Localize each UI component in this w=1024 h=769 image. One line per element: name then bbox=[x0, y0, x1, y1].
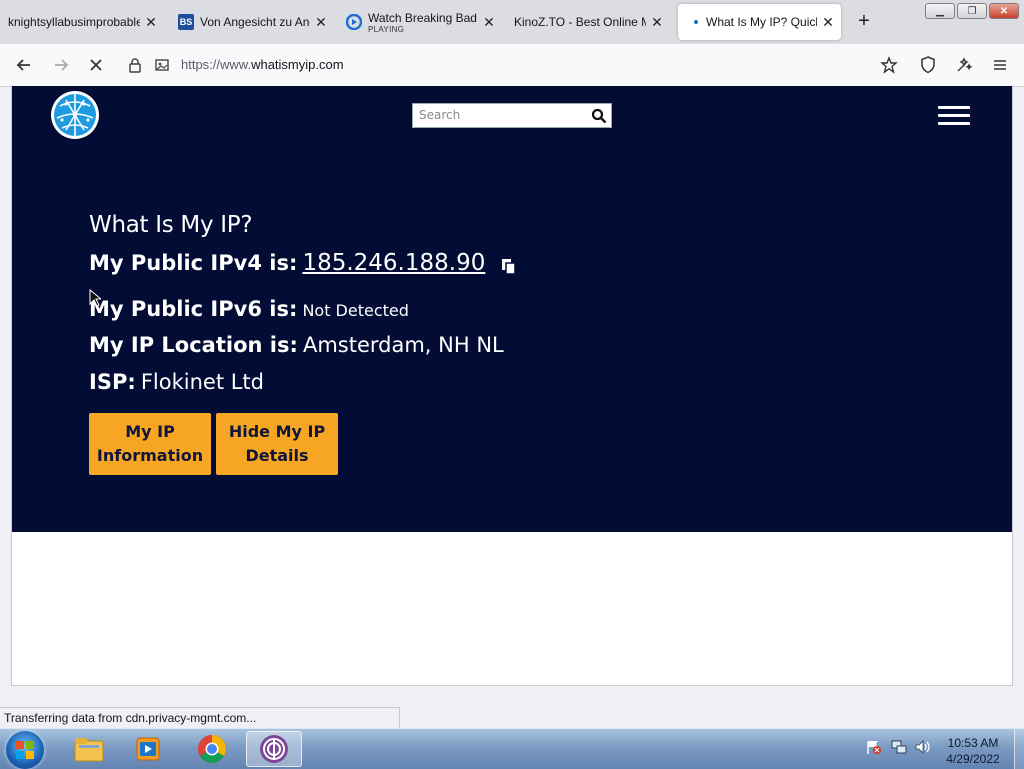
clock-time: 10:53 AM bbox=[947, 736, 999, 750]
ipv4-value[interactable]: 185.246.188.90 bbox=[302, 250, 485, 276]
tab-title: What Is My IP? Quick bbox=[706, 15, 817, 29]
tab-title: Watch Breaking Bad bbox=[368, 10, 477, 25]
show-desktop-button[interactable] bbox=[1014, 729, 1024, 769]
tab-close-icon[interactable]: ✕ bbox=[821, 14, 835, 31]
stop-button[interactable] bbox=[84, 53, 108, 77]
tab-kinoz[interactable]: KinoZ.TO - Best Online M ✕ bbox=[514, 4, 664, 40]
network-icon[interactable] bbox=[891, 739, 907, 755]
ip-info-section: What Is My IP? My Public IPv4 is: 185.24… bbox=[12, 146, 1012, 532]
page-info-icon[interactable] bbox=[150, 53, 174, 77]
navigation-toolbar: https://www.whatismyip.com bbox=[0, 44, 1024, 87]
menu-icon[interactable] bbox=[988, 53, 1012, 77]
tab-breaking-bad[interactable]: Watch Breaking Bad PLAYING ✕ bbox=[346, 4, 496, 40]
windows-taskbar: 10:53 AM 4/29/2022 bbox=[0, 728, 1024, 769]
explorer-icon[interactable] bbox=[61, 731, 117, 767]
url-bar[interactable]: https://www.whatismyip.com bbox=[181, 57, 344, 72]
media-player-icon[interactable] bbox=[120, 731, 176, 767]
volume-icon[interactable] bbox=[914, 739, 930, 755]
tab-knightsyllabus[interactable]: knightsyllabusimprobable ✕ bbox=[8, 4, 158, 40]
search-placeholder: Search bbox=[419, 108, 461, 122]
ipv4-row: My Public IPv4 is: 185.246.188.90 bbox=[89, 250, 518, 276]
clock-date: 4/29/2022 bbox=[946, 752, 1000, 766]
chrome-icon[interactable] bbox=[184, 731, 240, 767]
back-button[interactable] bbox=[12, 53, 36, 77]
ipv6-row: My Public IPv6 is: Not Detected bbox=[89, 297, 409, 321]
tab-close-icon[interactable]: ✕ bbox=[482, 14, 496, 31]
my-ip-information-button[interactable]: My IP Information bbox=[89, 413, 211, 475]
restore-button[interactable]: ❐ bbox=[957, 3, 987, 19]
tab-close-icon[interactable]: ✕ bbox=[650, 14, 664, 31]
button-line: Information bbox=[96, 446, 204, 465]
ipv6-label: My Public IPv6 is: bbox=[89, 297, 298, 321]
location-value: Amsterdam, NH NL bbox=[302, 333, 504, 357]
search-input[interactable]: Search bbox=[412, 103, 612, 128]
ipv6-value: Not Detected bbox=[302, 301, 409, 320]
tab-title: KinoZ.TO - Best Online M bbox=[514, 15, 646, 29]
loading-dot-icon bbox=[694, 20, 698, 24]
new-tab-button[interactable]: + bbox=[853, 10, 875, 32]
url-prefix: https://www. bbox=[181, 57, 252, 72]
forward-arrow-icon bbox=[55, 59, 69, 71]
mouse-cursor-icon bbox=[89, 289, 101, 307]
stop-icon bbox=[90, 59, 102, 71]
web-page: Search What Is My IP? My Public IPv4 is:… bbox=[11, 86, 1013, 686]
isp-value: Flokinet Ltd bbox=[140, 370, 264, 394]
forward-button[interactable] bbox=[49, 53, 73, 77]
page-title: What Is My IP? bbox=[89, 212, 253, 238]
play-icon bbox=[346, 14, 362, 30]
action-center-flag-icon[interactable] bbox=[866, 739, 882, 755]
start-button[interactable] bbox=[6, 731, 44, 769]
copy-icon[interactable] bbox=[500, 257, 518, 275]
button-line: My IP bbox=[125, 422, 175, 441]
tab-von-angesicht[interactable]: BS Von Angesicht zu Ang ✕ bbox=[178, 4, 328, 40]
lock-icon[interactable] bbox=[123, 53, 147, 77]
clock[interactable]: 10:53 AM 4/29/2022 bbox=[938, 735, 1008, 767]
tab-title: Von Angesicht zu Ang bbox=[200, 15, 310, 29]
tab-close-icon[interactable]: ✕ bbox=[144, 14, 158, 31]
minimize-button[interactable]: ▁ bbox=[925, 3, 955, 19]
button-line: Hide My IP bbox=[228, 422, 326, 441]
location-row: My IP Location is: Amsterdam, NH NL bbox=[89, 333, 504, 357]
hamburger-menu-icon[interactable] bbox=[938, 106, 970, 126]
bookmark-star-icon[interactable] bbox=[877, 53, 901, 77]
ipv4-label: My Public IPv4 is: bbox=[89, 251, 298, 275]
location-label: My IP Location is: bbox=[89, 333, 298, 357]
site-logo[interactable] bbox=[50, 90, 100, 140]
isp-row: ISP: Flokinet Ltd bbox=[89, 370, 264, 394]
tab-whatismyip[interactable]: What Is My IP? Quick ✕ bbox=[678, 4, 841, 40]
tab-strip: knightsyllabusimprobable ✕ BS Von Angesi… bbox=[0, 0, 1024, 44]
back-arrow-icon bbox=[16, 59, 30, 71]
windows-logo-icon bbox=[16, 741, 34, 759]
button-line: Details bbox=[245, 446, 309, 465]
tor-browser-icon[interactable] bbox=[246, 731, 302, 767]
tab-close-icon[interactable]: ✕ bbox=[314, 14, 328, 31]
shield-icon[interactable] bbox=[916, 53, 940, 77]
close-window-button[interactable]: ✕ bbox=[989, 3, 1019, 19]
isp-label: ISP: bbox=[89, 370, 136, 394]
url-host: whatismyip.com bbox=[251, 57, 344, 72]
search-icon[interactable] bbox=[591, 108, 607, 124]
site-header: Search bbox=[12, 86, 1012, 147]
extensions-icon[interactable] bbox=[952, 53, 976, 77]
tab-title: knightsyllabusimprobable bbox=[8, 15, 140, 29]
hide-my-ip-details-button[interactable]: Hide My IP Details bbox=[216, 413, 338, 475]
status-bar: Transferring data from cdn.privacy-mgmt.… bbox=[0, 707, 400, 728]
bs-icon: BS bbox=[178, 14, 194, 30]
tab-playing-label: PLAYING bbox=[368, 24, 405, 34]
